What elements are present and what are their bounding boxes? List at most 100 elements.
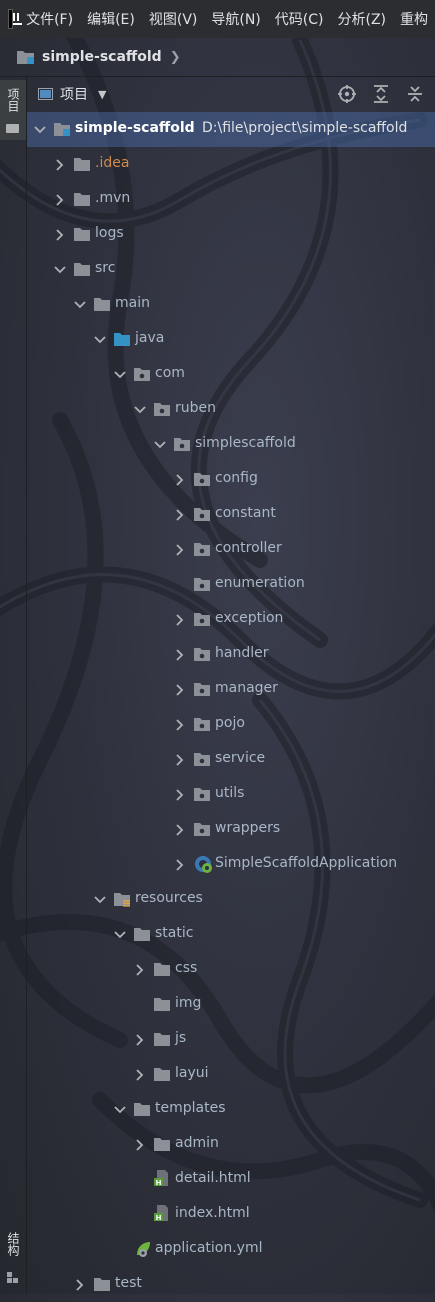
tree-row[interactable]: config	[27, 462, 435, 497]
tree-item-label: css	[175, 960, 198, 976]
chevron-right-icon[interactable]	[53, 157, 67, 171]
tree-row[interactable]: controller	[27, 532, 435, 567]
tree-row[interactable]: .mvn	[27, 182, 435, 217]
tree-row[interactable]: src	[27, 252, 435, 287]
tree-row[interactable]: test	[27, 1267, 435, 1302]
menu-code[interactable]: 代码(C)	[268, 9, 331, 29]
structure-tool-label: 结构	[6, 1232, 20, 1256]
chevron-down-icon[interactable]	[113, 367, 127, 381]
tree-item-label: com	[155, 365, 185, 381]
tree-row[interactable]: enumeration	[27, 567, 435, 602]
tree-row[interactable]: java	[27, 322, 435, 357]
chevron-down-icon[interactable]	[53, 262, 67, 276]
project-tool-button[interactable]: 项目	[0, 80, 26, 140]
locate-icon[interactable]	[337, 84, 357, 104]
project-view-selector[interactable]: 项目	[60, 84, 88, 104]
project-path: D:\file\project\simple-scaffold	[202, 120, 408, 136]
tree-row[interactable]: resources	[27, 882, 435, 917]
chevron-right-icon[interactable]	[173, 822, 187, 836]
chevron-down-icon[interactable]	[73, 297, 87, 311]
tree-item-label: controller	[215, 540, 282, 556]
chevron-down-icon[interactable]	[93, 892, 107, 906]
menu-edit[interactable]: 编辑(E)	[80, 9, 142, 29]
tree-item-label: simple-scaffold	[75, 120, 195, 136]
tree-item-label: admin	[175, 1135, 219, 1151]
intellij-logo-icon[interactable]	[8, 9, 22, 29]
tree-row[interactable]: pojo	[27, 707, 435, 742]
chevron-right-icon[interactable]	[133, 962, 147, 976]
package-icon	[193, 576, 211, 592]
tree-row[interactable]: templates	[27, 1092, 435, 1127]
menu-refactor[interactable]: 重构	[393, 9, 435, 29]
tree-row[interactable]: ruben	[27, 392, 435, 427]
chevron-right-icon[interactable]	[133, 1067, 147, 1081]
chevron-down-icon[interactable]	[153, 437, 167, 451]
folder-icon	[153, 1136, 171, 1152]
tree-row[interactable]: com	[27, 357, 435, 392]
tree-row[interactable]: utils	[27, 777, 435, 812]
folder-icon	[153, 996, 171, 1012]
chevron-right-icon[interactable]	[173, 647, 187, 661]
chevron-right-icon[interactable]	[173, 787, 187, 801]
project-tool-label: 项目	[6, 88, 20, 112]
menu-view[interactable]: 视图(V)	[142, 9, 205, 29]
collapse-all-icon[interactable]	[405, 84, 425, 104]
chevron-right-icon[interactable]	[173, 472, 187, 486]
tree-row[interactable]: exception	[27, 602, 435, 637]
tree-row[interactable]: service	[27, 742, 435, 777]
tree-row[interactable]: simplescaffold	[27, 427, 435, 462]
chevron-right-icon[interactable]	[173, 507, 187, 521]
tree-row[interactable]: handler	[27, 637, 435, 672]
chevron-right-icon[interactable]	[133, 1137, 147, 1151]
chevron-right-icon[interactable]	[173, 542, 187, 556]
expand-all-icon[interactable]	[371, 84, 391, 104]
chevron-right-icon[interactable]	[173, 752, 187, 766]
menu-file[interactable]: 文件(F)	[19, 9, 80, 29]
tree-row[interactable]: simple-scaffold D:\file\project\simple-sc…	[27, 112, 435, 147]
tree-row[interactable]: admin	[27, 1127, 435, 1162]
chevron-right-icon[interactable]	[173, 857, 187, 871]
tree-item-label: js	[175, 1030, 187, 1046]
tree-row[interactable]: static	[27, 917, 435, 952]
project-view-icon	[38, 88, 53, 100]
tree-row[interactable]: wrappers	[27, 812, 435, 847]
breadcrumb-project[interactable]: simple-scaffold	[42, 49, 162, 65]
chevron-down-icon[interactable]	[93, 332, 107, 346]
chevron-right-icon[interactable]	[73, 1277, 87, 1291]
tree-row[interactable]: .idea	[27, 147, 435, 182]
chevron-right-icon[interactable]	[173, 612, 187, 626]
chevron-down-icon[interactable]	[33, 122, 47, 136]
svg-text:H: H	[156, 1214, 162, 1222]
tree-row[interactable]: js	[27, 1022, 435, 1057]
tree-row[interactable]: layui	[27, 1057, 435, 1092]
folder-icon	[153, 1066, 171, 1082]
tree-row[interactable]: logs	[27, 217, 435, 252]
chevron-right-icon[interactable]	[53, 227, 67, 241]
chevron-right-icon[interactable]	[173, 682, 187, 696]
tree-item-label: config	[215, 470, 258, 486]
structure-tool-button[interactable]: 结构	[0, 1226, 26, 1292]
menu-analyze[interactable]: 分析(Z)	[330, 9, 393, 29]
tree-row[interactable]: main	[27, 287, 435, 322]
chevron-right-icon[interactable]	[53, 192, 67, 206]
tree-row[interactable]: Hindex.html	[27, 1197, 435, 1232]
tree-row[interactable]: application.yml	[27, 1232, 435, 1267]
chevron-down-icon[interactable]	[113, 1102, 127, 1116]
chevron-down-icon[interactable]	[133, 402, 147, 416]
tree-row[interactable]: img	[27, 987, 435, 1022]
tree-row[interactable]: manager	[27, 672, 435, 707]
tree-row[interactable]: Hdetail.html	[27, 1162, 435, 1197]
chevron-down-icon[interactable]: ▼	[98, 88, 106, 101]
package-icon	[193, 681, 211, 697]
chevron-right-icon[interactable]	[133, 1032, 147, 1046]
chevron-right-icon[interactable]	[173, 717, 187, 731]
tree-row[interactable]: constant	[27, 497, 435, 532]
chevron-down-icon[interactable]	[113, 927, 127, 941]
structure-icon	[7, 1272, 19, 1284]
tree-item-label: index.html	[175, 1205, 250, 1221]
tree-row[interactable]: css	[27, 952, 435, 987]
module-folder-icon	[53, 121, 71, 137]
menu-navigate[interactable]: 导航(N)	[204, 9, 267, 29]
spring-yaml-icon	[133, 1239, 151, 1257]
tree-row[interactable]: SimpleScaffoldApplication	[27, 847, 435, 882]
